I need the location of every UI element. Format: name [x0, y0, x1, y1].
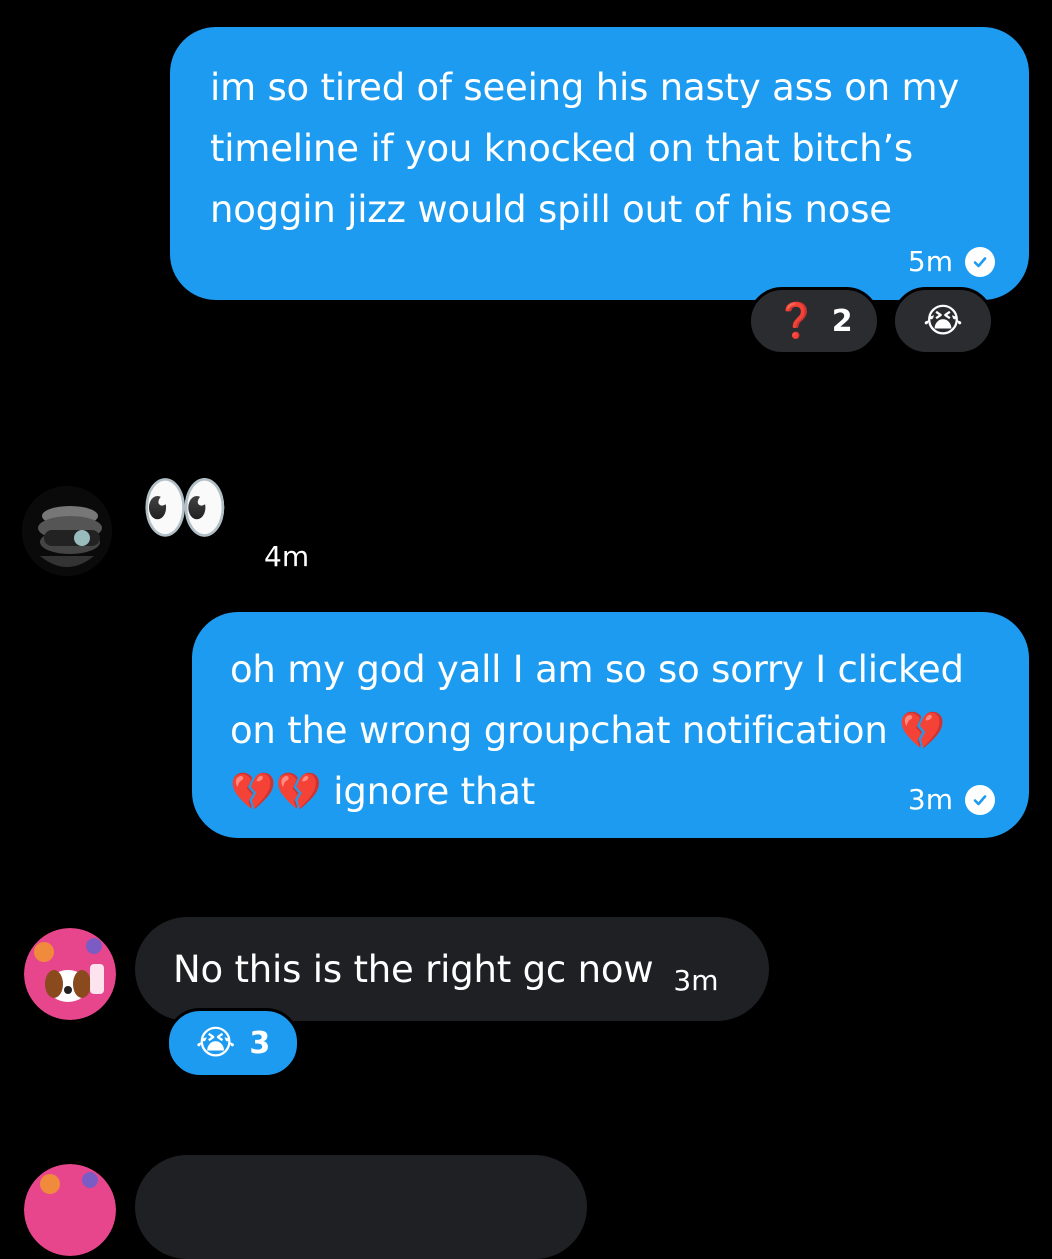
message-timestamp: 3m — [673, 963, 719, 997]
message-line: oh my god yall I am so so sorry I clicke… — [230, 648, 964, 691]
incoming-message-bubble[interactable]: No this is the right gc now 3m — [135, 917, 769, 1021]
message-text: im so tired of seeing his nasty ass on m… — [210, 66, 960, 231]
dog-sticker-avatar-icon — [24, 1164, 116, 1256]
sent-check-icon — [965, 784, 995, 815]
sent-check-icon — [965, 246, 995, 277]
emoji-message[interactable]: 👀 — [140, 462, 230, 552]
message-timestamp: 3m — [907, 783, 953, 816]
reaction-count: 2 — [831, 303, 853, 339]
outgoing-message-bubble[interactable]: im so tired of seeing his nasty ass on m… — [170, 27, 1029, 300]
crying-face-emoji-icon: 😭 — [195, 1023, 236, 1063]
message-line: 💔💔 ignore that — [230, 770, 536, 813]
reaction-pill-question[interactable]: ❓ 2 — [748, 287, 880, 355]
reaction-count: 3 — [249, 1025, 271, 1061]
outgoing-message-bubble[interactable]: oh my god yall I am so so sorry I clicke… — [192, 612, 1029, 838]
message-timestamp: 4m — [264, 540, 310, 573]
dog-sticker-avatar-icon — [24, 928, 116, 1020]
reaction-pill-crying[interactable]: 😭 — [892, 287, 994, 355]
message-meta: 3m — [908, 783, 995, 816]
reaction-pill-crying[interactable]: 😭 3 — [166, 1008, 300, 1078]
avatar[interactable] — [24, 1164, 116, 1256]
avatar[interactable] — [24, 928, 116, 1020]
message-line: on the wrong groupchat notification 💔 — [230, 709, 946, 752]
avatar[interactable] — [22, 486, 112, 576]
message-meta: 5m — [908, 245, 995, 278]
incoming-message-bubble-partial[interactable] — [135, 1155, 587, 1259]
message-text: No this is the right gc now — [173, 947, 654, 991]
message-timestamp: 5m — [907, 245, 953, 278]
question-mark-emoji-icon: ❓ — [775, 301, 818, 341]
helmet-avatar-icon — [22, 486, 112, 576]
crying-face-emoji-icon: 😭 — [923, 301, 963, 341]
